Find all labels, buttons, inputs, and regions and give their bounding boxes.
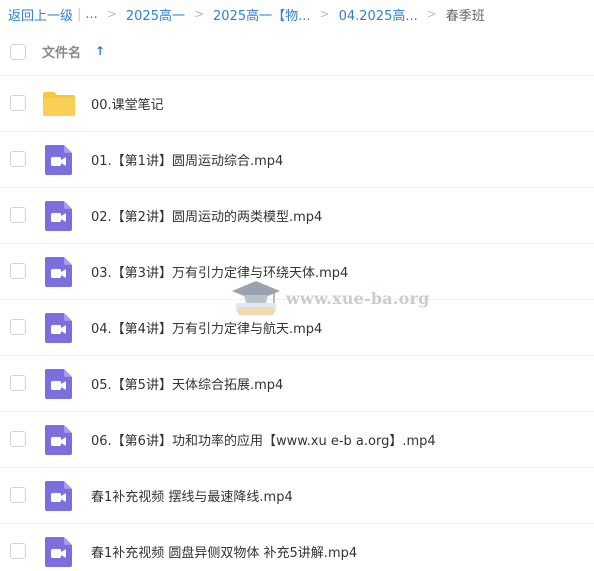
list-item[interactable]: 02.【第2讲】圆周运动的两类模型.mp4 [0,188,594,244]
list-item[interactable]: 00.课堂笔记 [0,76,594,132]
breadcrumb-current: 春季班 [445,8,485,24]
file-name[interactable]: 02.【第2讲】圆周运动的两类模型.mp4 [91,206,322,225]
list-item[interactable]: 春1补充视频 摆线与最速降线.mp4 [0,468,594,524]
breadcrumb: 返回上一级 | ... > 2025高一 > 2025高一【物... > 04.… [8,4,485,24]
chevron-right-icon: > [106,7,117,21]
file-name[interactable]: 春1补充视频 摆线与最速降线.mp4 [91,486,293,505]
video-file-icon [42,144,76,176]
row-checkbox[interactable] [10,207,26,223]
row-checkbox[interactable] [10,487,26,503]
row-checkbox[interactable] [10,151,26,167]
breadcrumb-item-2[interactable]: 2025高一【物... [213,5,310,24]
arrow-up-icon[interactable]: ↑ [95,44,105,58]
video-file-icon [42,424,76,456]
list-item[interactable]: 05.【第5讲】天体综合拓展.mp4 [0,356,594,412]
file-browser: 返回上一级 | ... > 2025高一 > 2025高一【物... > 04.… [0,0,594,571]
folder-icon [42,88,76,120]
breadcrumb-item-1[interactable]: 2025高一 [126,5,185,24]
back-link[interactable]: 返回上一级 [8,5,73,24]
row-checkbox[interactable] [10,543,26,559]
file-name[interactable]: 05.【第5讲】天体综合拓展.mp4 [91,374,283,393]
row-checkbox[interactable] [10,375,26,391]
list-item[interactable]: 01.【第1讲】圆周运动综合.mp4 [0,132,594,188]
breadcrumb-divider: | [77,6,82,22]
file-name[interactable]: 04.【第4讲】万有引力定律与航天.mp4 [91,318,322,337]
video-file-icon [42,480,76,512]
file-name[interactable]: 00.课堂笔记 [91,94,164,113]
file-name[interactable]: 03.【第3讲】万有引力定律与环绕天体.mp4 [91,262,348,281]
chevron-right-icon: > [193,7,205,21]
video-file-icon [42,312,76,344]
select-all-checkbox[interactable] [10,43,26,60]
chevron-right-icon: > [426,7,437,21]
file-name[interactable]: 春1补充视频 圆盘异侧双物体 补充5讲解.mp4 [91,542,357,561]
video-file-icon [42,200,76,232]
video-file-icon [42,368,76,400]
file-list: 00.课堂笔记 01.【第1讲】圆周运动综合.mp4 02.【第2讲】圆周运动的两类… [0,76,594,571]
video-file-icon [42,256,76,288]
video-file-icon [42,536,76,568]
chevron-right-icon: > [319,7,330,21]
row-checkbox[interactable] [10,431,26,447]
breadcrumb-item-3[interactable]: 04.2025高... [339,5,418,24]
breadcrumb-ellipsis[interactable]: ... [85,7,97,22]
file-name[interactable]: 01.【第1讲】圆周运动综合.mp4 [91,150,283,169]
list-item[interactable]: 04.【第4讲】万有引力定律与航天.mp4 [0,300,594,356]
list-header: 文件名 ↑ [0,28,594,76]
row-checkbox[interactable] [10,319,26,335]
row-checkbox[interactable] [10,95,26,111]
list-item[interactable]: 03.【第3讲】万有引力定律与环绕天体.mp4 [0,244,594,300]
list-item[interactable]: 06.【第6讲】功和功率的应用【www.xu e-b a.org】.mp4 [0,412,594,468]
row-checkbox[interactable] [10,263,26,279]
column-header-filename[interactable]: 文件名 [42,42,81,61]
list-item[interactable]: 春1补充视频 圆盘异侧双物体 补充5讲解.mp4 [0,524,594,571]
file-name[interactable]: 06.【第6讲】功和功率的应用【www.xu e-b a.org】.mp4 [91,430,436,449]
